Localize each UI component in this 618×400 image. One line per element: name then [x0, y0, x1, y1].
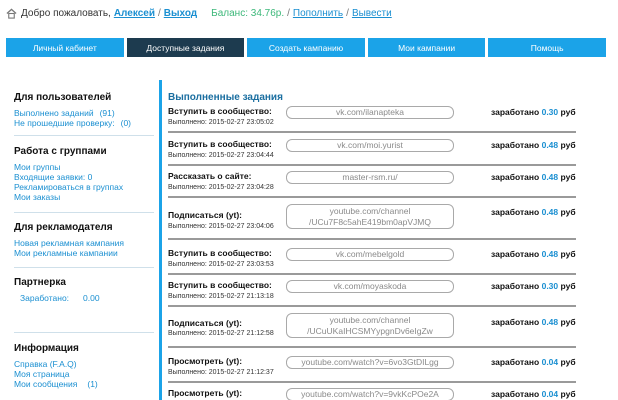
task-date: Выполнено: 2015-02-27 21:12:37: [168, 369, 274, 376]
tab-my-campaigns[interactable]: Мои кампании: [367, 38, 486, 57]
greeting-text: Добро пожаловать,: [21, 7, 111, 19]
task-earned: заработано 0.48 руб: [491, 317, 576, 327]
task-earned: заработано 0.48 руб: [491, 172, 576, 182]
sidebar-groups-title: Работа с группами: [14, 146, 107, 157]
task-url-line2: /UCuUKaIHCSMYypgnDv6eIgZw: [307, 326, 433, 336]
sidebar: Для пользователей Выполнено заданий (91) …: [0, 80, 160, 400]
sidebar-incoming-link[interactable]: Входящие заявки: 0: [14, 172, 123, 182]
sidebar-info-title: Информация: [14, 343, 79, 354]
logout-link[interactable]: Выход: [164, 8, 197, 19]
task-url[interactable]: vk.com/moi.yurist: [286, 139, 454, 152]
task-url[interactable]: youtube.com/watch?v=9vkKcPOe2A: [286, 388, 454, 400]
task-url[interactable]: youtube.com/channel /UCuUKaIHCSMYypgnDv6…: [286, 313, 454, 338]
sidebar-done-tasks-link[interactable]: Выполнено заданий (91): [14, 108, 131, 118]
task-type: Вступить в сообщество:: [168, 248, 272, 258]
sidebar-partner-section: Партнерка Заработано: 0.00: [14, 277, 100, 303]
topup-link[interactable]: Пополнить: [293, 8, 343, 19]
sidebar-orders-link[interactable]: Мои заказы: [14, 192, 123, 202]
sidebar-partner-title: Партнерка: [14, 277, 66, 288]
task-date: Выполнено: 2015-02-27 23:05:02: [168, 119, 274, 126]
row-divider: [168, 196, 576, 198]
sidebar-divider: [14, 212, 154, 213]
separator: /: [157, 7, 161, 19]
task-url-line2: /UCu7F8c5ahE419bm0apVJMQ: [309, 217, 431, 227]
tab-personal-cabinet[interactable]: Личный кабинет: [6, 38, 124, 57]
sidebar-users-title: Для пользователей: [14, 92, 112, 103]
task-earned: заработано 0.30 руб: [491, 281, 576, 291]
task-earned: заработано 0.48 руб: [491, 249, 576, 259]
task-url[interactable]: vk.com/moyaskoda: [286, 280, 454, 293]
separator: /: [346, 7, 349, 19]
task-url-line1: youtube.com/channel: [329, 315, 411, 325]
sidebar-divider: [14, 332, 154, 333]
sidebar-groups-section: Работа с группами Мои группы Входящие за…: [14, 146, 123, 202]
page-title: Выполненные задания: [168, 92, 283, 103]
task-earned: заработано 0.30 руб: [491, 107, 576, 117]
withdraw-link[interactable]: Вывести: [352, 8, 392, 19]
task-type: Вступить в сообщество:: [168, 280, 272, 290]
task-date: Выполнено: 2015-02-27 23:03:53: [168, 261, 274, 268]
sidebar-users-section: Для пользователей Выполнено заданий (91) …: [14, 92, 131, 128]
sidebar-advertise-link[interactable]: Рекламироваться в группах: [14, 182, 123, 192]
main-content: Выполненные задания Вступить в сообществ…: [162, 80, 618, 400]
task-url[interactable]: youtube.com/channel /UCu7F8c5ahE419bm0ap…: [286, 204, 454, 229]
task-url-line1: youtube.com/channel: [329, 206, 411, 216]
task-type: Вступить в сообщество:: [168, 106, 272, 116]
row-divider: [168, 346, 576, 348]
home-icon[interactable]: [6, 8, 17, 19]
task-earned: заработано 0.04 руб: [491, 389, 576, 399]
task-url[interactable]: vk.com/mebelgold: [286, 248, 454, 261]
task-date: Выполнено: 2015-02-27 23:04:28: [168, 184, 274, 191]
balance-text: Баланс: 34.76р.: [211, 7, 285, 19]
row-divider: [168, 131, 576, 133]
main-nav: Личный кабинет Доступные задания Создать…: [6, 38, 606, 57]
task-earned: заработано 0.48 руб: [491, 140, 576, 150]
tab-help[interactable]: Помощь: [488, 38, 606, 57]
sidebar-my-ad-campaigns-link[interactable]: Мои рекламные кампании: [14, 248, 124, 258]
sidebar-my-groups-link[interactable]: Мои группы: [14, 162, 123, 172]
sidebar-new-campaign-link[interactable]: Новая рекламная кампания: [14, 238, 124, 248]
row-divider: [168, 164, 576, 166]
sidebar-failed-link[interactable]: Не прошедшие проверку: (0): [14, 118, 131, 128]
row-divider: [168, 238, 576, 240]
sidebar-faq-link[interactable]: Справка (F.A.Q): [14, 359, 98, 369]
tab-available-tasks[interactable]: Доступные задания: [126, 38, 245, 57]
row-divider: [168, 381, 576, 383]
task-type: Подписаться (yt):: [168, 210, 242, 220]
row-divider: [168, 273, 576, 275]
sidebar-divider: [14, 267, 154, 268]
task-date: Выполнено: 2015-02-27 21:13:18: [168, 293, 274, 300]
task-type: Вступить в сообщество:: [168, 139, 272, 149]
task-date: Выполнено: 2015-02-27 21:12:58: [168, 330, 274, 337]
sidebar-divider: [14, 135, 154, 136]
task-type: Просмотреть (yt):: [168, 356, 243, 366]
sidebar-messages-link[interactable]: Мои сообщения (1): [14, 379, 98, 389]
task-url[interactable]: youtube.com/watch?v=6vo3GtDILgg: [286, 356, 454, 369]
tab-create-campaign[interactable]: Создать кампанию: [247, 38, 365, 57]
separator: /: [287, 7, 290, 19]
task-date: Выполнено: 2015-02-27 23:04:06: [168, 223, 274, 230]
task-earned: заработано 0.04 руб: [491, 357, 576, 367]
sidebar-my-page-link[interactable]: Моя страница: [14, 369, 98, 379]
sidebar-advertiser-title: Для рекламодателя: [14, 222, 113, 233]
sidebar-info-section: Информация Справка (F.A.Q) Моя страница …: [14, 343, 98, 389]
sidebar-advertiser-section: Для рекламодателя Новая рекламная кампан…: [14, 222, 124, 258]
task-type: Подписаться (yt):: [168, 318, 242, 328]
task-url[interactable]: vk.com/ilanapteka: [286, 106, 454, 119]
top-bar: Добро пожаловать, Алексей / Выход Баланс…: [6, 4, 392, 22]
task-url[interactable]: master-rsm.ru/: [286, 171, 454, 184]
sidebar-partner-earned: Заработано: 0.00: [20, 293, 100, 303]
task-earned: заработано 0.48 руб: [491, 207, 576, 217]
task-date: Выполнено: 2015-02-27 23:04:44: [168, 152, 274, 159]
username-link[interactable]: Алексей: [114, 8, 155, 19]
row-divider: [168, 305, 576, 307]
task-type: Просмотреть (yt):: [168, 388, 243, 398]
task-type: Рассказать о сайте:: [168, 171, 252, 181]
